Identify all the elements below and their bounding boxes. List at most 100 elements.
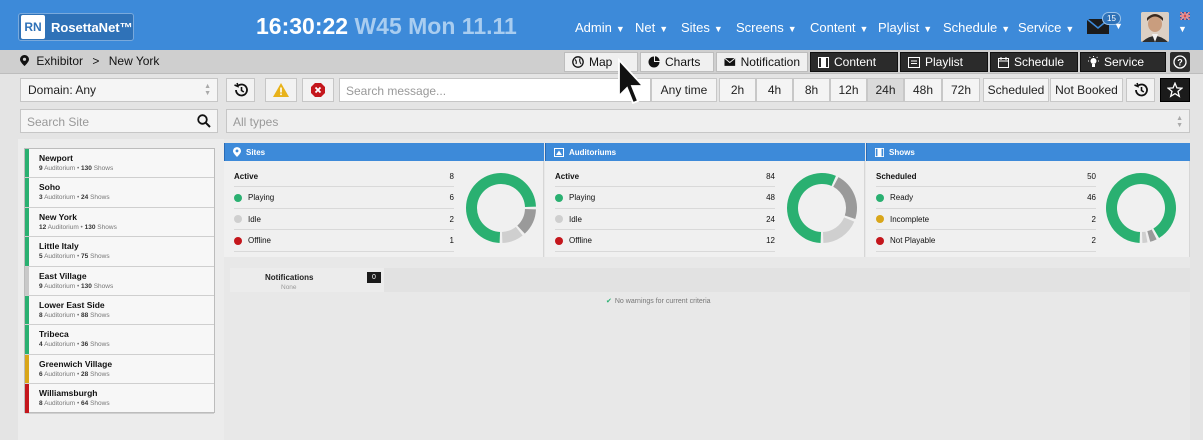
chevron-down-icon[interactable]: ▼ [1114, 21, 1123, 31]
donut-segment-rest [1141, 231, 1148, 243]
search-site-input[interactable]: Search Site [20, 109, 218, 133]
search-site-placeholder: Search Site [27, 115, 90, 129]
nav-schedule[interactable]: Schedule ▼ [943, 20, 1010, 35]
stat-value: 2 [449, 214, 454, 224]
site-name: Greenwich Village [39, 358, 113, 369]
favorite-button[interactable] [1160, 78, 1190, 102]
app-logo[interactable]: RN RosettaNet™ [18, 13, 134, 41]
search-message-input[interactable]: Search message... [339, 78, 651, 102]
search-icon[interactable] [197, 114, 211, 128]
chevron-down-icon: ▼ [615, 24, 625, 34]
site-name: Lower East Side [39, 300, 105, 310]
history-button[interactable] [1126, 78, 1155, 102]
site-status-bar [25, 149, 29, 178]
donut-segment-rest [517, 208, 536, 234]
history-button[interactable] [226, 78, 255, 102]
time-not-booked[interactable]: Not Booked [1050, 78, 1123, 102]
stat-row[interactable]: Scheduled 50 [876, 166, 1096, 187]
status-dot-icon [234, 236, 242, 245]
time-72h[interactable]: 72h [942, 78, 980, 102]
stat-row[interactable]: Offline 1 [234, 231, 454, 252]
panel-title: Sites [246, 147, 266, 157]
help-button[interactable]: ? [1170, 52, 1190, 72]
site-list-item[interactable]: Tribeca 4 Auditorium • 36 Shows [25, 325, 214, 355]
svg-text:?: ? [1177, 58, 1183, 68]
chevron-down-icon: ▼ [1001, 24, 1011, 34]
site-list-item[interactable]: Newport 9 Auditorium • 130 Shows [25, 149, 214, 179]
site-list-item[interactable]: Greenwich Village 6 Auditorium • 28 Shows [25, 354, 214, 385]
chevron-down-icon: ▼ [923, 24, 933, 34]
time-2h[interactable]: 2h [719, 78, 756, 102]
time-any[interactable]: Any time [651, 78, 717, 102]
time-scheduled[interactable]: Scheduled [983, 78, 1049, 102]
stat-row[interactable]: Not Playable 2 [876, 231, 1096, 252]
types-select[interactable]: All types ▲ ▼ [226, 109, 1190, 133]
nav-content[interactable]: Content ▼ [810, 20, 868, 35]
uk-flag-icon[interactable] [1180, 12, 1190, 20]
select-arrows-icon: ▲ ▼ [1176, 115, 1183, 129]
avatar[interactable] [1141, 12, 1169, 42]
stat-row[interactable]: Playing 6 [234, 188, 454, 209]
service-button[interactable]: Service [1080, 52, 1166, 72]
stat-label: Active [555, 171, 580, 181]
stat-row[interactable]: Playing 48 [555, 188, 775, 209]
site-status-bar [25, 266, 29, 295]
auditorium-icon [554, 147, 564, 157]
site-status-bar [25, 354, 29, 384]
schedule-button[interactable]: Schedule [990, 52, 1078, 72]
site-list-item[interactable]: Soho 3 Auditorium • 24 Shows [25, 178, 214, 208]
nav-admin[interactable]: Admin ▼ [575, 20, 625, 35]
stat-value: 48 [766, 193, 775, 202]
stat-row[interactable]: Idle 24 [555, 209, 775, 230]
time-8h[interactable]: 8h [793, 78, 830, 102]
stat-row[interactable]: Incomplete 2 [876, 209, 1096, 230]
notification-button[interactable]: Notification [716, 52, 808, 72]
stat-row[interactable]: Active 8 [234, 166, 454, 187]
nav-sites[interactable]: Sites ▼ [681, 20, 723, 35]
stat-label: Idle [555, 215, 582, 224]
help-icon: ? [1173, 55, 1187, 69]
domain-select[interactable]: Domain: Any ▲ ▼ [20, 78, 218, 102]
charts-button[interactable]: Charts [640, 52, 714, 72]
charts-label: Charts [665, 55, 701, 69]
site-list-item[interactable]: New York 12 Auditorium • 130 Shows [25, 207, 214, 238]
calendar-icon [998, 56, 1009, 68]
stat-label: Offline [234, 236, 271, 245]
playlist-button[interactable]: Playlist [900, 52, 988, 72]
nav-net[interactable]: Net ▼ [635, 20, 668, 35]
content-button[interactable]: Content [810, 52, 898, 72]
time-12h[interactable]: 12h [830, 78, 867, 102]
nav-label: Sites [681, 20, 710, 35]
status-dot-icon [876, 215, 884, 223]
warning-filter-button[interactable] [265, 78, 297, 102]
stat-row[interactable]: Active 84 [555, 166, 775, 187]
stat-label: Playing [234, 193, 274, 202]
time-48h[interactable]: 48h [904, 78, 942, 102]
site-list-item[interactable]: Williamsburgh 8 Auditorium • 64 Shows [25, 384, 214, 414]
map-pin-icon [20, 55, 29, 66]
notifications-subtitle: None [281, 284, 297, 291]
breadcrumb-root[interactable]: Exhibitor [36, 54, 83, 68]
stat-value: 12 [766, 236, 775, 245]
site-name: East Village [39, 270, 87, 281]
nav-screens[interactable]: Screens ▼ [736, 20, 797, 35]
stat-row[interactable]: Offline 12 [555, 231, 775, 252]
site-list-item[interactable]: Little Italy 5 Auditorium • 75 Shows [25, 237, 214, 267]
stat-row[interactable]: Idle 2 [234, 209, 454, 230]
site-list-item[interactable]: Lower East Side 8 Auditorium • 88 Shows [25, 296, 214, 326]
nav-playlist[interactable]: Playlist ▼ [878, 20, 932, 35]
stat-value: 46 [1087, 193, 1096, 202]
site-name: Soho [39, 182, 61, 193]
stat-label: Incomplete [876, 215, 929, 224]
time-4h[interactable]: 4h [756, 78, 793, 102]
chevron-down-icon[interactable]: ▼ [1178, 24, 1187, 34]
error-icon [311, 83, 325, 97]
history-icon [233, 82, 248, 97]
stat-row[interactable]: Ready 46 [876, 188, 1096, 209]
time-24h[interactable]: 24h [867, 78, 904, 102]
status-dot-icon [555, 193, 563, 202]
site-list-item[interactable]: East Village 9 Auditorium • 130 Shows [25, 266, 214, 296]
error-filter-button[interactable] [302, 78, 334, 102]
panel-header-auditoriums: Auditoriums [545, 143, 865, 161]
nav-service[interactable]: Service ▼ [1018, 20, 1074, 35]
